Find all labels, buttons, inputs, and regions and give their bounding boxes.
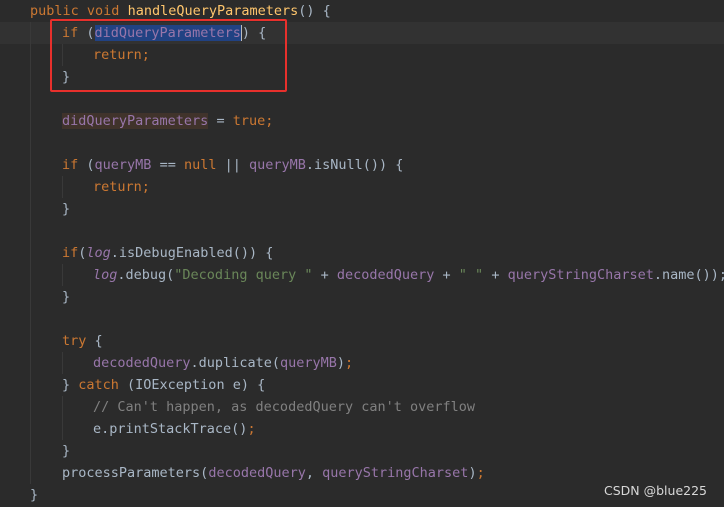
field-name: decodedQuery <box>336 267 435 283</box>
semicolon: ; <box>345 355 354 371</box>
code-text: = <box>208 113 233 129</box>
code-line-comment[interactable]: // Can't happen, as decodedQuery can't o… <box>93 396 475 418</box>
keyword: null <box>183 157 217 173</box>
method-name: handleQueryParameters <box>127 3 299 19</box>
code-text: + <box>434 267 459 283</box>
field-name: decodedQuery <box>93 355 191 371</box>
code-line-brace[interactable]: } <box>30 484 38 506</box>
string-literal: " " <box>458 267 484 283</box>
code-text: .isDebugEnabled()) { <box>110 245 274 261</box>
static-field: log <box>86 245 111 261</box>
keyword: catch <box>78 377 119 393</box>
code-text: } <box>62 289 71 305</box>
indent-guide <box>62 176 63 198</box>
semicolon: ; <box>476 465 485 481</box>
field-write-highlight: didQueryParameters <box>62 113 209 129</box>
code-line-brace[interactable]: } <box>62 286 70 308</box>
code-text: ( <box>78 157 95 173</box>
keyword: if <box>62 245 79 261</box>
code-line-return[interactable]: return; <box>93 176 150 198</box>
keyword: try <box>62 333 87 349</box>
annotation-box <box>50 19 287 92</box>
code-text: == <box>151 157 184 173</box>
code-text: (IOException e) { <box>118 377 266 393</box>
code-line-if-null[interactable]: if (queryMB == null || queryMB.isNull())… <box>62 154 403 176</box>
indent-guide <box>30 22 31 484</box>
field-name: queryStringCharset <box>507 267 654 283</box>
semicolon: ; <box>141 179 150 195</box>
semicolon: ; <box>265 113 274 129</box>
code-text: ) <box>468 465 477 481</box>
semicolon: ; <box>247 421 256 437</box>
code-line-duplicate[interactable]: decodedQuery.duplicate(queryMB); <box>93 352 353 374</box>
code-text: e.printStackTrace() <box>93 421 248 437</box>
keyword: true <box>232 113 266 129</box>
keyword: if <box>62 157 79 173</box>
keyword: return <box>93 179 142 195</box>
indent-guide <box>62 352 63 374</box>
code-text: || <box>216 157 249 173</box>
code-line-print-stack[interactable]: e.printStackTrace(); <box>93 418 256 440</box>
code-text: , <box>305 465 323 481</box>
indent-guide <box>62 264 63 286</box>
code-editor[interactable]: public void handleQueryParameters() { if… <box>0 0 724 507</box>
code-text: .debug( <box>117 267 175 283</box>
keyword: void <box>86 3 120 19</box>
code-text: } <box>62 443 71 459</box>
code-line-process-params[interactable]: processParameters(decodedQuery, queryStr… <box>62 462 485 484</box>
code-text: .isNull()) { <box>305 157 404 173</box>
field-name: queryMB <box>94 157 152 173</box>
code-text: { <box>86 333 103 349</box>
code-line-brace[interactable]: } <box>62 198 70 220</box>
field-name: queryStringCharset <box>322 465 469 481</box>
field-name: queryMB <box>248 157 306 173</box>
static-field: log <box>93 267 118 283</box>
code-text: processParameters( <box>62 465 209 481</box>
code-text: () { <box>298 3 331 19</box>
code-line-log-debug[interactable]: log.debug("Decoding query " + decodedQue… <box>93 264 724 286</box>
code-text: .name()); <box>653 267 724 283</box>
field-name: queryMB <box>279 355 337 371</box>
field-name: decodedQuery <box>208 465 306 481</box>
string-literal: "Decoding query " <box>174 267 313 283</box>
code-line-if-debug[interactable]: if(log.isDebugEnabled()) { <box>62 242 273 264</box>
code-line-try[interactable]: try { <box>62 330 103 352</box>
comment: // Can't happen, as decodedQuery can't o… <box>93 399 476 415</box>
code-text: ) <box>336 355 345 371</box>
keyword: public <box>30 3 79 19</box>
code-text: } <box>62 201 71 217</box>
code-line-assign[interactable]: didQueryParameters = true; <box>62 110 273 132</box>
code-text: } <box>30 487 39 503</box>
indent-guide <box>62 396 63 440</box>
code-line-catch[interactable]: } catch (IOException e) { <box>62 374 265 396</box>
code-text: .duplicate( <box>190 355 280 371</box>
code-text: } <box>62 377 79 393</box>
code-text: + <box>312 267 337 283</box>
watermark: CSDN @blue225 <box>604 483 707 498</box>
code-text: + <box>483 267 508 283</box>
code-line-brace[interactable]: } <box>62 440 70 462</box>
